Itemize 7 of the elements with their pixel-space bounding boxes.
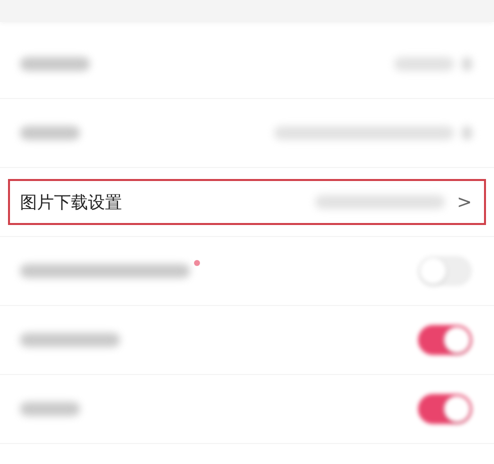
chevron-icon[interactable]: >	[456, 192, 472, 212]
blurred-label	[20, 402, 80, 416]
toggle-switch[interactable]	[418, 394, 472, 424]
toggle-switch[interactable]	[418, 325, 472, 355]
blurred-label	[20, 57, 90, 71]
blurred-label	[20, 126, 80, 140]
setting-label[interactable]: 图片下载设置	[20, 190, 122, 214]
